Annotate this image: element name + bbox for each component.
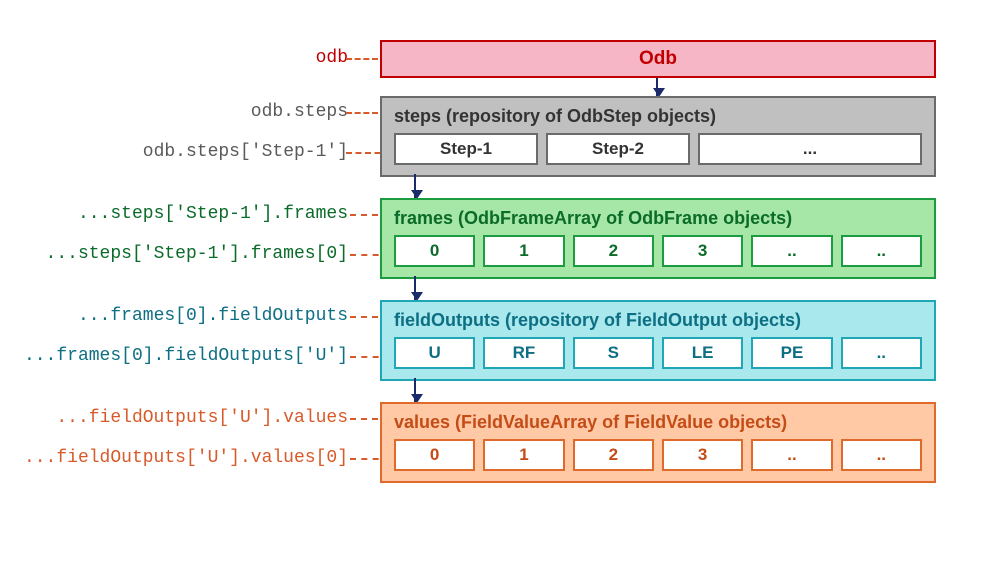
cell-frame: .. xyxy=(841,235,922,267)
box-fieldoutputs-title: fieldOutputs (repository of FieldOutput … xyxy=(394,310,922,331)
connector-dash xyxy=(346,58,378,60)
cell-fieldoutput: PE xyxy=(751,337,832,369)
connector-dash xyxy=(350,418,378,420)
cells-frames: 0 1 2 3 .. .. xyxy=(394,235,922,267)
cells-fieldoutputs: U RF S LE PE .. xyxy=(394,337,922,369)
box-values: values (FieldValueArray of FieldValue ob… xyxy=(380,402,936,483)
label-odb: odb xyxy=(316,48,348,68)
odb-hierarchy-diagram: odb Odb odb.steps odb.steps['Step-1'] st… xyxy=(20,40,980,502)
cell-value: .. xyxy=(751,439,832,471)
box-odb-title: Odb xyxy=(639,48,677,69)
cell-value: 2 xyxy=(573,439,654,471)
arrow-down xyxy=(656,78,658,96)
label-steps: odb.steps xyxy=(251,102,348,122)
label-fieldoutputs: ...frames[0].fieldOutputs xyxy=(78,306,348,326)
cell-fieldoutput: U xyxy=(394,337,475,369)
cell-frame: .. xyxy=(751,235,832,267)
box-frames-title: frames (OdbFrameArray of OdbFrame object… xyxy=(394,208,922,229)
cell-fieldoutput: S xyxy=(573,337,654,369)
connector-dash xyxy=(350,316,378,318)
label-steps-item: odb.steps['Step-1'] xyxy=(143,142,348,162)
cell-frame: 0 xyxy=(394,235,475,267)
cell-value: 1 xyxy=(483,439,564,471)
cell-frame: 2 xyxy=(573,235,654,267)
box-fieldoutputs: fieldOutputs (repository of FieldOutput … xyxy=(380,300,936,381)
label-fieldoutputs-item: ...frames[0].fieldOutputs['U'] xyxy=(24,346,348,366)
label-frames-item: ...steps['Step-1'].frames[0] xyxy=(46,244,348,264)
box-values-title: values (FieldValueArray of FieldValue ob… xyxy=(394,412,922,433)
cell-fieldoutput: LE xyxy=(662,337,743,369)
cell-frame: 1 xyxy=(483,235,564,267)
cell-step: ... xyxy=(698,133,922,165)
cells-values: 0 1 2 3 .. .. xyxy=(394,439,922,471)
box-odb: Odb xyxy=(380,40,936,78)
arrow-down xyxy=(414,276,416,300)
arrow-down xyxy=(414,378,416,402)
cell-frame: 3 xyxy=(662,235,743,267)
box-steps: steps (repository of OdbStep objects) St… xyxy=(380,96,936,177)
cell-value: 3 xyxy=(662,439,743,471)
cell-fieldoutput: RF xyxy=(483,337,564,369)
cell-step: Step-2 xyxy=(546,133,690,165)
connector-dash xyxy=(350,214,378,216)
label-frames: ...steps['Step-1'].frames xyxy=(78,204,348,224)
cell-value: .. xyxy=(841,439,922,471)
arrow-down xyxy=(414,174,416,198)
cell-fieldoutput: .. xyxy=(841,337,922,369)
label-values: ...fieldOutputs['U'].values xyxy=(56,408,348,428)
connector-dash xyxy=(346,112,378,114)
cells-steps: Step-1 Step-2 ... xyxy=(394,133,922,165)
box-frames: frames (OdbFrameArray of OdbFrame object… xyxy=(380,198,936,279)
label-values-item: ...fieldOutputs['U'].values[0] xyxy=(24,448,348,468)
box-steps-title: steps (repository of OdbStep objects) xyxy=(394,106,922,127)
cell-value: 0 xyxy=(394,439,475,471)
cell-step: Step-1 xyxy=(394,133,538,165)
